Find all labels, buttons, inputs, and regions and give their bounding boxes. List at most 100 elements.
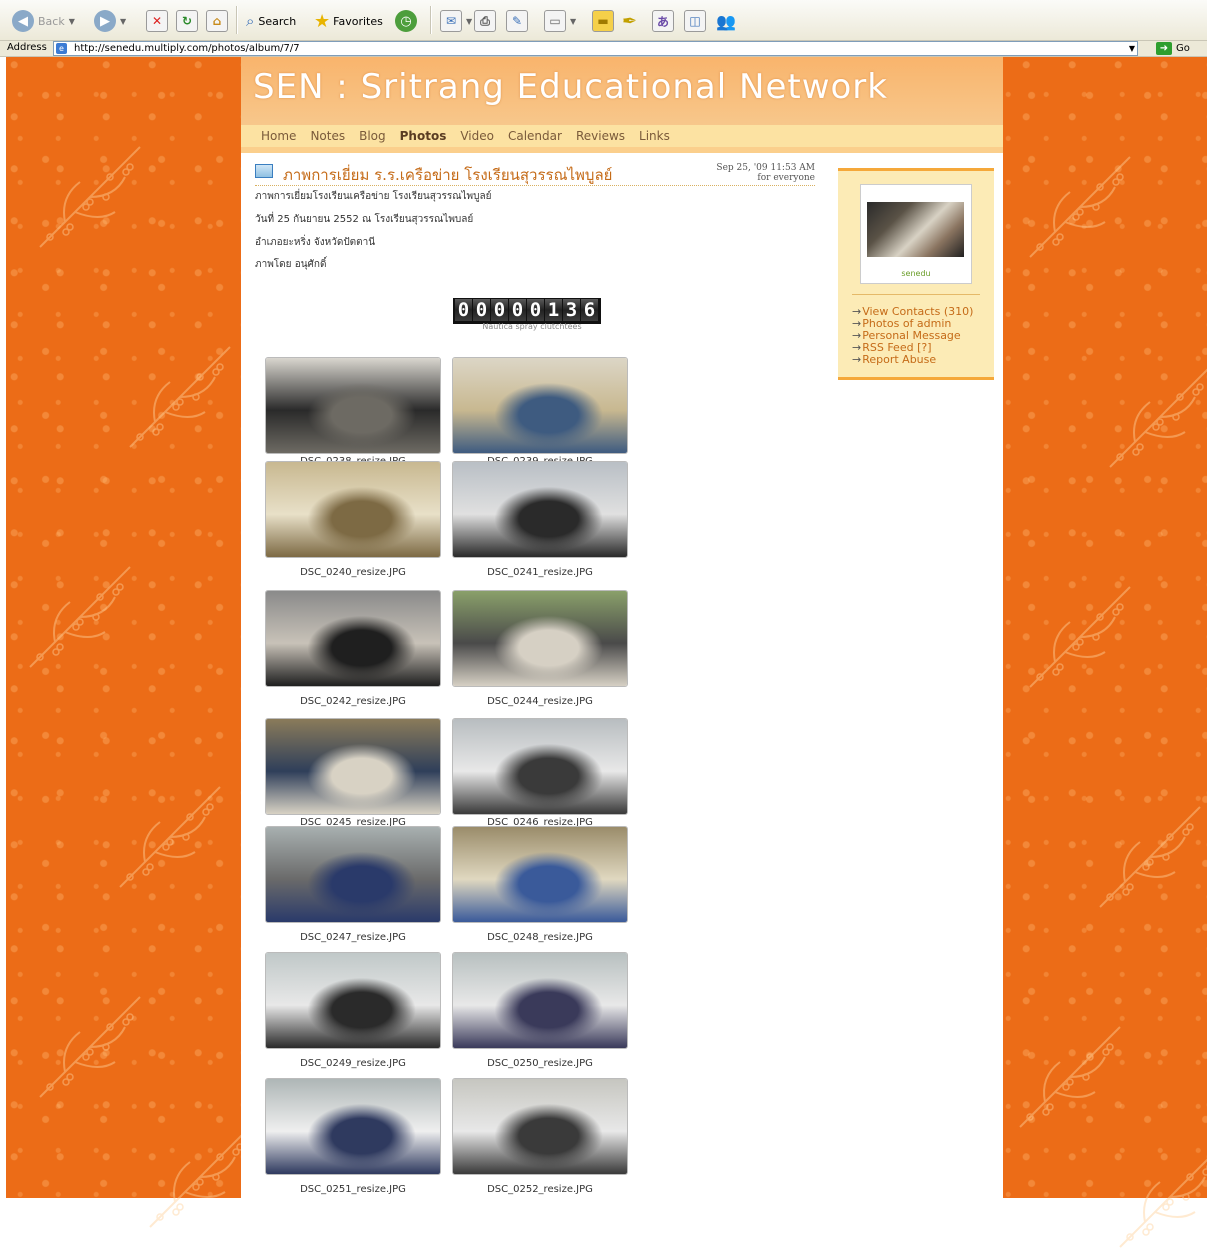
profile-name[interactable]: senedu: [861, 269, 971, 278]
messenger-button[interactable]: 👥: [716, 8, 736, 34]
site-title[interactable]: SEN : Sritrang Educational Network: [253, 67, 888, 107]
mail-button[interactable]: ✉ ▼: [440, 8, 472, 34]
content-column: SEN : Sritrang Educational Network Home N…: [241, 57, 1003, 1198]
forward-button[interactable]: ▶ ▼: [94, 8, 126, 34]
translate-icon: あ: [652, 10, 674, 32]
photo-thumbnail[interactable]: [452, 952, 628, 1049]
nav-item-blog[interactable]: Blog: [359, 129, 386, 143]
photo-thumbnail[interactable]: [452, 718, 628, 815]
counter-digit: 0: [491, 299, 508, 321]
photo-thumbnail[interactable]: [265, 461, 441, 558]
arrow-right-icon: →: [852, 353, 862, 366]
messenger-icon: 👥: [716, 11, 736, 31]
refresh-button[interactable]: ↻: [176, 8, 198, 34]
photo-thumbnail[interactable]: [265, 952, 441, 1049]
nav-item-photos[interactable]: Photos: [400, 129, 447, 143]
chevron-down-icon[interactable]: ▼: [120, 17, 126, 26]
back-arrow-icon: ◀: [12, 10, 34, 32]
photo-thumbnail[interactable]: [265, 718, 441, 815]
nav-item-notes[interactable]: Notes: [310, 129, 345, 143]
favorites-button[interactable]: ★ Favorites: [314, 8, 383, 34]
back-button[interactable]: ◀ Back ▼: [12, 8, 75, 34]
floral-sprig-icon: [39, 996, 141, 1098]
folder-button[interactable]: ▬: [592, 8, 614, 34]
edit-button[interactable]: ✎: [506, 8, 528, 34]
photo-thumbnail[interactable]: [265, 1078, 441, 1175]
counter-digit: 3: [563, 299, 580, 321]
post-title[interactable]: ภาพการเยี่ยม ร.ร.เครือข่าย โรงเรียนสุวรร…: [283, 163, 612, 187]
photo-image: [453, 462, 627, 557]
folder-icon: ▬: [592, 10, 614, 32]
photo-caption[interactable]: DSC_0244_resize.JPG: [452, 696, 628, 707]
photo-image: [266, 462, 440, 557]
photo-caption[interactable]: DSC_0242_resize.JPG: [265, 696, 441, 707]
research-button[interactable]: ◫: [684, 8, 706, 34]
hit-counter-caption[interactable]: Nautica spray clutchtees: [453, 322, 611, 331]
photo-thumbnail[interactable]: [452, 1078, 628, 1175]
photo-image: [266, 953, 440, 1048]
counter-digit: 0: [455, 299, 472, 321]
nav-item-video[interactable]: Video: [460, 129, 494, 143]
hit-counter[interactable]: 00000136: [453, 298, 601, 324]
refresh-icon: ↻: [176, 10, 198, 32]
sidebar-link-label: Report Abuse: [862, 353, 937, 366]
chevron-down-icon[interactable]: ▼: [69, 17, 75, 26]
photo-caption[interactable]: DSC_0250_resize.JPG: [452, 1058, 628, 1069]
history-button[interactable]: ◷: [395, 8, 417, 34]
discuss-button[interactable]: ▭ ▼: [544, 8, 576, 34]
home-button[interactable]: ⌂: [206, 8, 228, 34]
photo-thumbnail[interactable]: [452, 461, 628, 558]
post-visibility: for everyone: [757, 173, 815, 183]
photo-thumbnail[interactable]: [452, 590, 628, 687]
nav-item-links[interactable]: Links: [639, 129, 670, 143]
photo-thumbnail[interactable]: [265, 826, 441, 923]
photo-image: [453, 591, 627, 686]
history-icon: ◷: [395, 10, 417, 32]
edit-page-icon: ✎: [506, 10, 528, 32]
profile-card[interactable]: senedu: [860, 184, 972, 284]
page-edge: [5, 57, 6, 1198]
chevron-down-icon[interactable]: ▼: [466, 17, 472, 26]
counter-digit: 6: [581, 299, 598, 321]
nav-item-home[interactable]: Home: [261, 129, 296, 143]
sidebar-link[interactable]: →Report Abuse: [852, 353, 936, 366]
floral-sprig-icon: [1029, 586, 1131, 688]
nav-item-reviews[interactable]: Reviews: [576, 129, 625, 143]
stop-button[interactable]: ✕: [146, 8, 168, 34]
photo-thumbnail[interactable]: [265, 590, 441, 687]
profile-sidebar: senedu →View Contacts (310) →Photos of ad…: [838, 168, 994, 380]
photo-caption[interactable]: DSC_0249_resize.JPG: [265, 1058, 441, 1069]
print-button[interactable]: ⎙: [474, 8, 496, 34]
floral-sprig-icon: [1029, 156, 1131, 258]
search-button[interactable]: ⌕ Search: [246, 8, 296, 34]
photo-caption[interactable]: DSC_0241_resize.JPG: [452, 567, 628, 578]
floral-sprig-icon: [1099, 806, 1201, 908]
photo-caption[interactable]: DSC_0252_resize.JPG: [452, 1184, 628, 1195]
post-date: Sep 25, '09 11:53 AM for everyone: [716, 163, 815, 183]
pen-button[interactable]: ✒: [622, 8, 637, 34]
photo-thumbnail[interactable]: [452, 357, 628, 454]
photo-caption[interactable]: DSC_0248_resize.JPG: [452, 932, 628, 943]
counter-digit: 0: [527, 299, 544, 321]
avatar[interactable]: [867, 202, 964, 257]
url-input[interactable]: e http://senedu.multiply.com/photos/albu…: [53, 41, 1138, 56]
photo-caption[interactable]: DSC_0251_resize.JPG: [265, 1184, 441, 1195]
post-description-line: ภาพการเยี่ยมโรงเรียนเครือข่าย โรงเรียนสุ…: [255, 191, 492, 202]
floral-sprig-icon: [1119, 1158, 1207, 1248]
photo-thumbnail[interactable]: [265, 357, 441, 454]
forward-arrow-icon: ▶: [94, 10, 116, 32]
home-icon: ⌂: [206, 10, 228, 32]
photo-caption[interactable]: DSC_0240_resize.JPG: [265, 567, 441, 578]
address-label: Address: [7, 42, 47, 53]
photo-image: [453, 827, 627, 922]
chevron-down-icon[interactable]: ▼: [1129, 42, 1135, 55]
floral-sprig-icon: [1019, 1026, 1121, 1128]
go-button[interactable]: ➜ Go: [1156, 41, 1190, 55]
translate-button[interactable]: あ: [652, 8, 674, 34]
photo-caption[interactable]: DSC_0247_resize.JPG: [265, 932, 441, 943]
post-description-line: อำเภอยะหริ่ง จังหวัดปัตตานี: [255, 237, 376, 248]
pen-icon: ✒: [622, 10, 638, 32]
chevron-down-icon[interactable]: ▼: [570, 17, 576, 26]
photo-thumbnail[interactable]: [452, 826, 628, 923]
nav-item-calendar[interactable]: Calendar: [508, 129, 562, 143]
